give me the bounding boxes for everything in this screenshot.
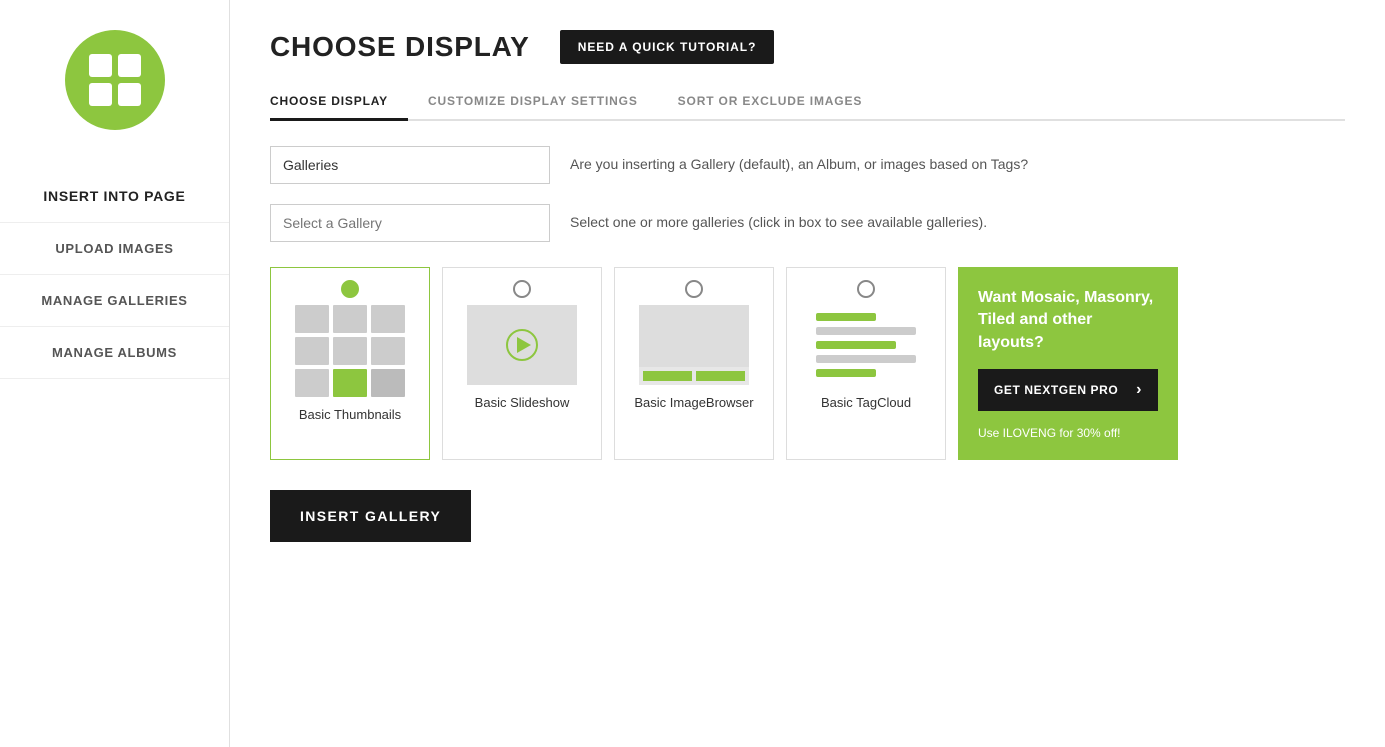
thumb-1 [295, 305, 329, 333]
label-basic-imagebrowser: Basic ImageBrowser [634, 395, 753, 410]
logo-circle [65, 30, 165, 130]
tab-customize-display[interactable]: CUSTOMIZE DISPLAY SETTINGS [428, 84, 658, 121]
pro-card: Want Mosaic, Masonry, Tiled and other la… [958, 267, 1178, 460]
display-options: Basic Thumbnails Basic Slideshow [270, 267, 1345, 460]
sidebar: INSERT INTO PAGE UPLOAD IMAGES MANAGE GA… [0, 0, 230, 747]
get-nextgen-pro-button[interactable]: GET NEXTGEN PRO › [978, 369, 1158, 411]
img-cell-1 [643, 371, 692, 381]
tag-line-2 [816, 327, 916, 335]
thumb-9 [371, 369, 405, 397]
thumb-6 [371, 337, 405, 365]
tag-line-5 [816, 369, 876, 377]
thumb-3 [371, 305, 405, 333]
logo [65, 30, 165, 130]
sidebar-item-manage-galleries[interactable]: MANAGE GALLERIES [0, 275, 229, 327]
pro-card-title: Want Mosaic, Masonry, Tiled and other la… [978, 287, 1158, 354]
chevron-right-icon: › [1136, 381, 1142, 399]
gallery-type-description: Are you inserting a Gallery (default), a… [570, 146, 1028, 172]
radio-basic-slideshow [513, 280, 531, 298]
gallery-search-description: Select one or more galleries (click in b… [570, 204, 987, 230]
gallery-search-row: Select one or more galleries (click in b… [270, 204, 1345, 242]
label-basic-slideshow: Basic Slideshow [475, 395, 570, 410]
gallery-search-input[interactable] [270, 204, 550, 242]
get-pro-label: GET NEXTGEN PRO [994, 383, 1118, 397]
gallery-type-select[interactable]: Galleries Albums Tags [270, 146, 550, 184]
img-cell-2 [696, 371, 745, 381]
logo-grid [89, 54, 141, 106]
tagcloud-preview [811, 305, 921, 385]
display-card-basic-imagebrowser[interactable]: Basic ImageBrowser [614, 267, 774, 460]
radio-basic-thumbnails [341, 280, 359, 298]
label-basic-thumbnails: Basic Thumbnails [299, 407, 401, 422]
slideshow-preview [467, 305, 577, 385]
play-icon [506, 329, 538, 361]
sidebar-item-upload-images[interactable]: UPLOAD IMAGES [0, 223, 229, 275]
logo-cell-4 [118, 83, 141, 106]
radio-basic-tagcloud [857, 280, 875, 298]
logo-cell-3 [89, 83, 112, 106]
page-title: CHOOSE DISPLAY [270, 31, 530, 63]
display-card-basic-tagcloud[interactable]: Basic TagCloud [786, 267, 946, 460]
thumb-7 [295, 369, 329, 397]
display-card-basic-thumbnails[interactable]: Basic Thumbnails [270, 267, 430, 460]
thumb-2 [333, 305, 367, 333]
tag-line-1 [816, 313, 876, 321]
tab-sort-exclude[interactable]: SORT OR EXCLUDE IMAGES [678, 84, 883, 121]
radio-basic-imagebrowser [685, 280, 703, 298]
thumb-8 [333, 369, 367, 397]
thumbnails-preview [295, 305, 405, 397]
main-content: CHOOSE DISPLAY NEED A QUICK TUTORIAL? CH… [230, 0, 1385, 747]
logo-cell-1 [89, 54, 112, 77]
page-header: CHOOSE DISPLAY NEED A QUICK TUTORIAL? [270, 30, 1345, 64]
imagebrowser-preview [639, 305, 749, 385]
sidebar-item-insert-into-page[interactable]: INSERT INTO PAGE [0, 170, 229, 223]
logo-cell-2 [118, 54, 141, 77]
thumb-5 [333, 337, 367, 365]
sidebar-nav: INSERT INTO PAGE UPLOAD IMAGES MANAGE GA… [0, 170, 229, 379]
tag-line-3 [816, 341, 896, 349]
imagebrowser-bottom-bar [639, 367, 749, 385]
label-basic-tagcloud: Basic TagCloud [821, 395, 911, 410]
sidebar-item-manage-albums[interactable]: MANAGE ALBUMS [0, 327, 229, 379]
gallery-type-row: Galleries Albums Tags Are you inserting … [270, 146, 1345, 184]
thumb-4 [295, 337, 329, 365]
tab-choose-display[interactable]: CHOOSE DISPLAY [270, 84, 408, 121]
tag-line-4 [816, 355, 916, 363]
tabs: CHOOSE DISPLAY CUSTOMIZE DISPLAY SETTING… [270, 84, 1345, 121]
display-card-basic-slideshow[interactable]: Basic Slideshow [442, 267, 602, 460]
play-triangle [517, 337, 531, 353]
tutorial-button[interactable]: NEED A QUICK TUTORIAL? [560, 30, 775, 64]
promo-text: Use ILOVENG for 30% off! [978, 426, 1158, 440]
insert-gallery-button[interactable]: INSERT GALLERY [270, 490, 471, 542]
